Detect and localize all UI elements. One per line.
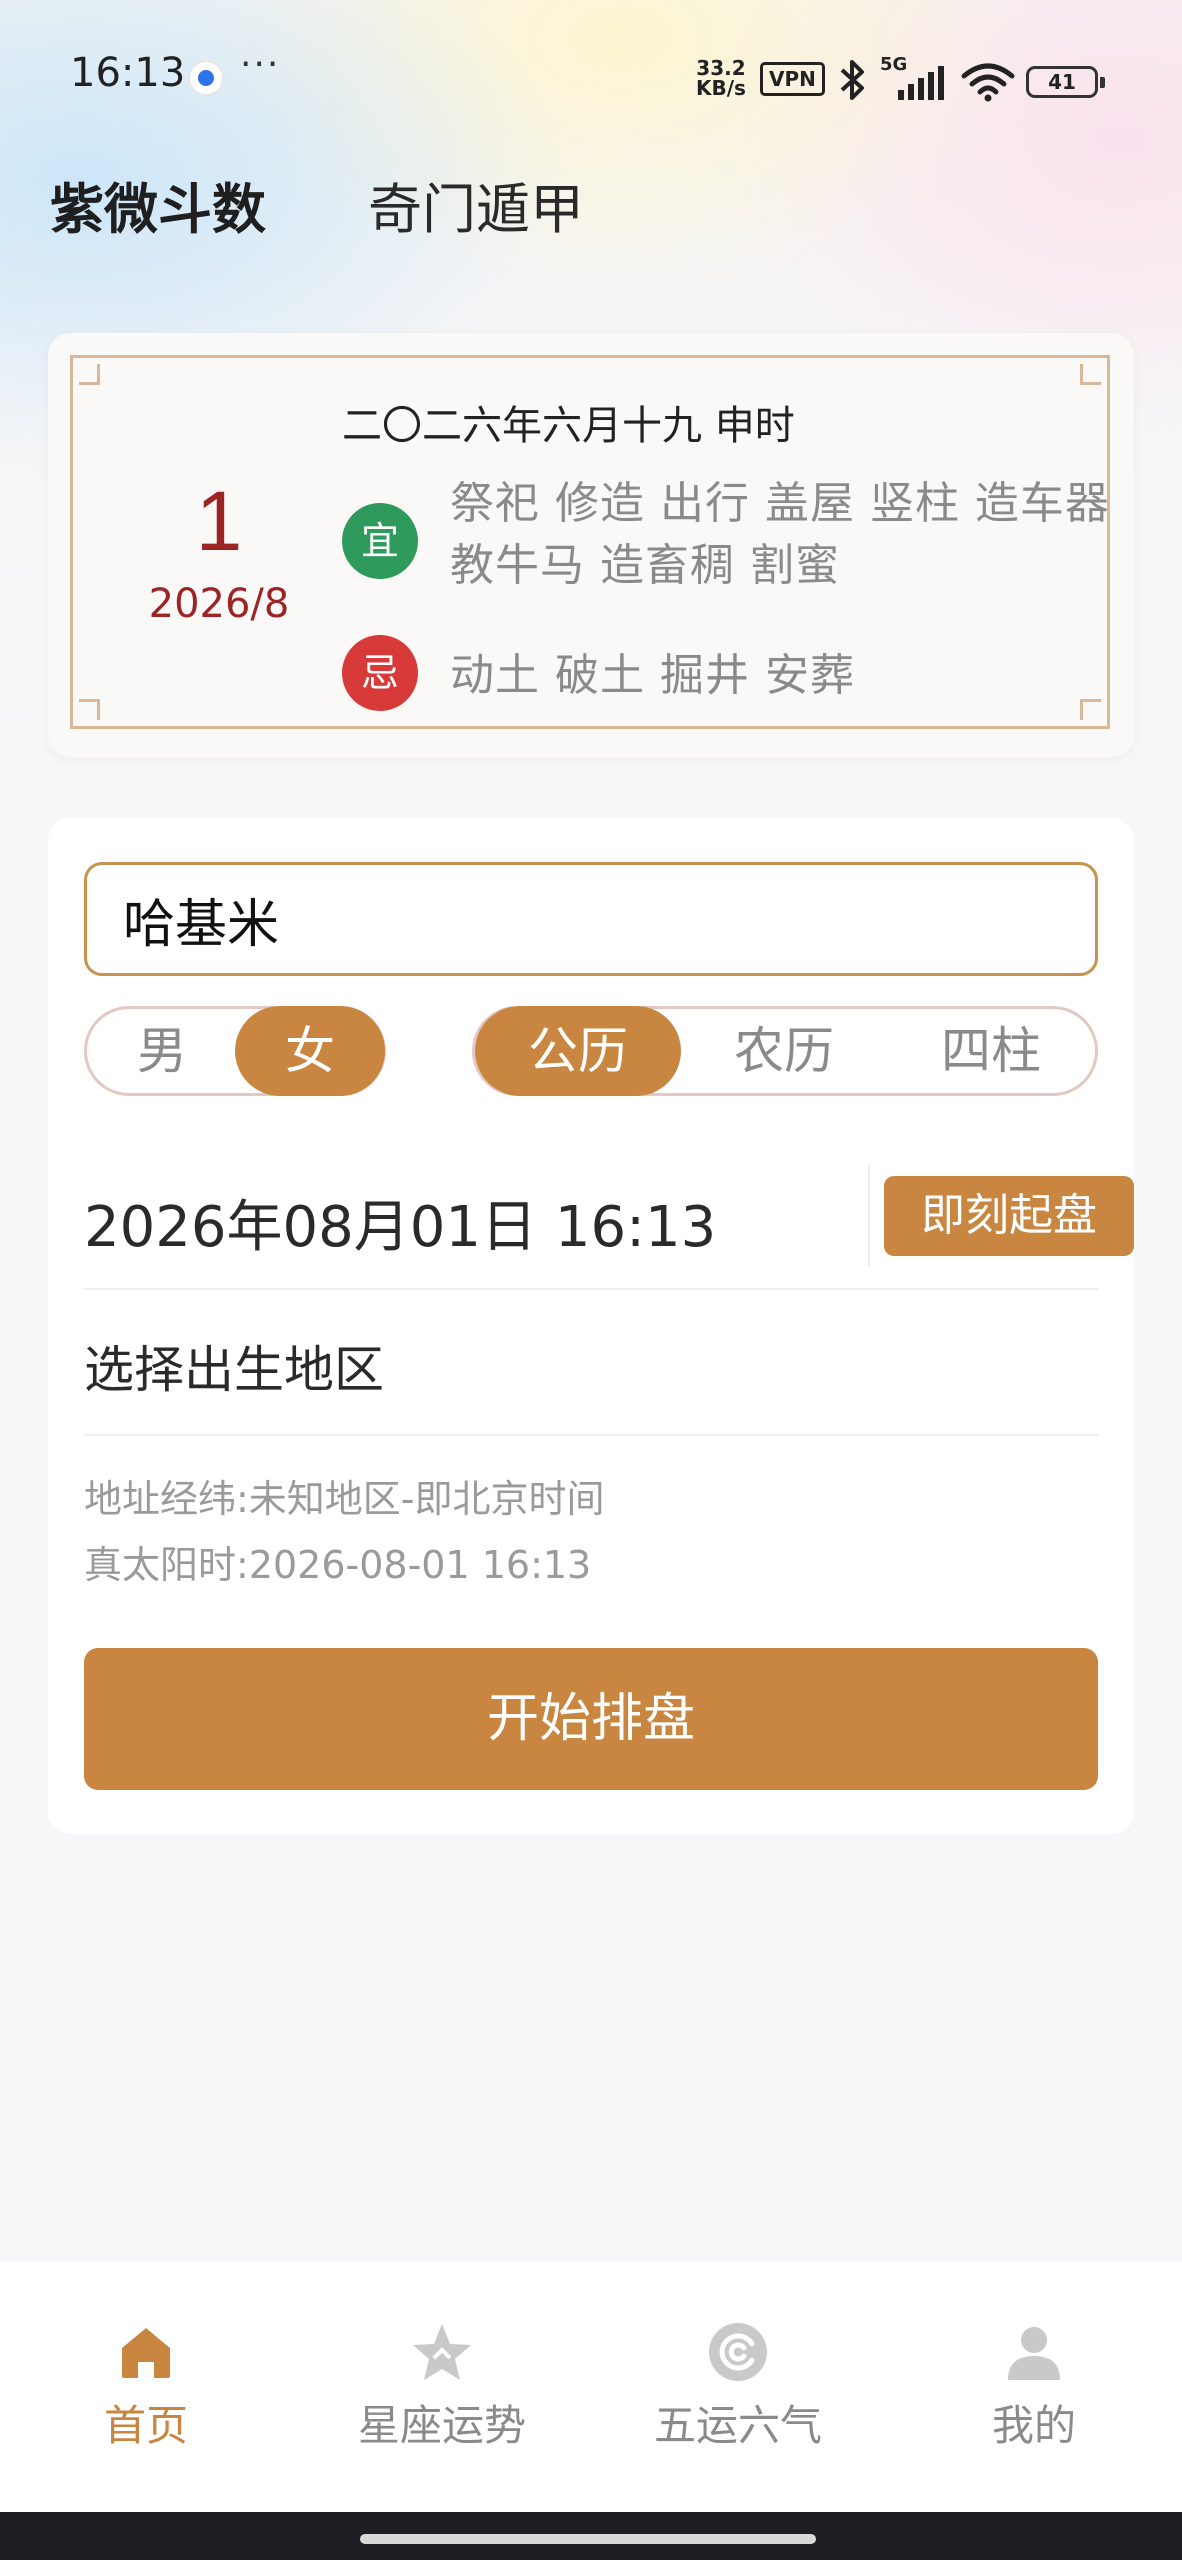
address-info: 地址经纬:未知地区-即北京时间 bbox=[84, 1477, 605, 1521]
name-input[interactable] bbox=[84, 862, 1098, 976]
nav-label-horoscope: 星座运势 bbox=[357, 2401, 526, 2450]
swirl-icon bbox=[709, 2323, 767, 2381]
birth-info-form: 男 女 公历 农历 四柱 2026年08月01日 16:13 即刻起盘 选择出生… bbox=[48, 818, 1134, 1834]
tab-qimen-label: 奇门遁甲 bbox=[368, 178, 584, 241]
datetime-separator bbox=[868, 1164, 870, 1266]
wifi-icon bbox=[961, 63, 1015, 102]
home-indicator[interactable] bbox=[360, 2534, 816, 2544]
frame-corner-ornament bbox=[70, 355, 106, 391]
divider bbox=[84, 1434, 1098, 1436]
home-icon bbox=[122, 2328, 170, 2378]
true-solar-time: 真太阳时:2026-08-01 16:13 bbox=[84, 1543, 592, 1587]
person-icon bbox=[1008, 2327, 1060, 2380]
battery-icon: 41 bbox=[1026, 66, 1105, 98]
nav-label-wuyun: 五运六气 bbox=[653, 2401, 822, 2450]
nav-label-mine: 我的 bbox=[991, 2401, 1076, 2450]
ji-badge: 忌 bbox=[342, 635, 418, 711]
status-bar: 16:13 ··· 33.2 KB/s VPN 5G 41 bbox=[0, 40, 1182, 115]
status-time: 16:13 bbox=[70, 50, 186, 96]
start-chart-button[interactable]: 开始排盘 bbox=[84, 1648, 1098, 1790]
network-speed-unit: KB/s bbox=[696, 76, 746, 100]
gender-selector: 男 女 bbox=[84, 1006, 386, 1096]
network-speed-value: 33.2 bbox=[696, 56, 746, 80]
birth-datetime-field[interactable]: 2026年08月01日 16:13 bbox=[84, 1182, 716, 1263]
ji-activities: 动土 破土 掘井 安葬 bbox=[450, 650, 855, 701]
frame-corner-ornament bbox=[1074, 355, 1110, 391]
almanac-day: 1 bbox=[195, 474, 243, 568]
tab-ziwei[interactable]: 紫微斗数 bbox=[50, 165, 266, 244]
yi-badge: 宜 bbox=[342, 503, 418, 579]
frame-corner-ornament bbox=[1074, 693, 1110, 729]
birth-region-selector[interactable]: 选择出生地区 bbox=[84, 1330, 384, 1402]
nav-label-home: 首页 bbox=[103, 2401, 188, 2450]
nav-item-horoscope[interactable]: 星座运势 bbox=[332, 2320, 552, 2453]
nav-item-wuyun[interactable]: 五运六气 bbox=[628, 2320, 848, 2453]
vpn-icon: VPN bbox=[760, 62, 825, 96]
nav-item-home[interactable]: 首页 bbox=[36, 2320, 256, 2453]
almanac-year-month: 2026/8 bbox=[148, 581, 290, 627]
nav-item-mine[interactable]: 我的 bbox=[924, 2320, 1144, 2453]
bluetooth-icon bbox=[840, 60, 864, 100]
gender-male-option[interactable]: 男 bbox=[87, 1006, 237, 1096]
network-speed: 33.2 KB/s bbox=[696, 58, 746, 98]
lunar-date: 二〇二六年六月十九 申时 bbox=[342, 403, 795, 449]
cellular-signal-icon bbox=[898, 66, 944, 100]
tab-ziwei-label: 紫微斗数 bbox=[50, 178, 266, 241]
star-icon bbox=[413, 2324, 471, 2380]
datetime-row: 2026年08月01日 16:13 即刻起盘 bbox=[84, 1164, 1134, 1266]
almanac-card[interactable]: 1 2026/8 二〇二六年六月十九 申时 宜 祭祀 修造 出行 盖屋 竖柱 造… bbox=[48, 333, 1134, 757]
calendar-solar-option[interactable]: 公历 bbox=[475, 1006, 681, 1096]
yi-activities: 祭祀 修造 出行 盖屋 竖柱 造车器 教牛马 造畜稠 割蜜 bbox=[450, 478, 1110, 591]
frame-corner-ornament bbox=[70, 693, 106, 729]
calendar-pillars-option[interactable]: 四柱 bbox=[887, 1006, 1095, 1096]
more-notifications-icon: ··· bbox=[240, 44, 281, 85]
tab-qimen[interactable]: 奇门遁甲 bbox=[368, 165, 584, 244]
divider bbox=[84, 1288, 1098, 1290]
system-nav-bar bbox=[0, 2512, 1182, 2560]
gender-female-option[interactable]: 女 bbox=[235, 1006, 385, 1096]
app-notification-icon bbox=[190, 62, 222, 94]
calendar-type-selector: 公历 农历 四柱 bbox=[472, 1006, 1098, 1096]
bottom-nav: 首页 星座运势 五运六气 我的 bbox=[0, 2262, 1182, 2512]
now-button[interactable]: 即刻起盘 bbox=[884, 1176, 1134, 1256]
calendar-lunar-option[interactable]: 农历 bbox=[681, 1006, 887, 1096]
